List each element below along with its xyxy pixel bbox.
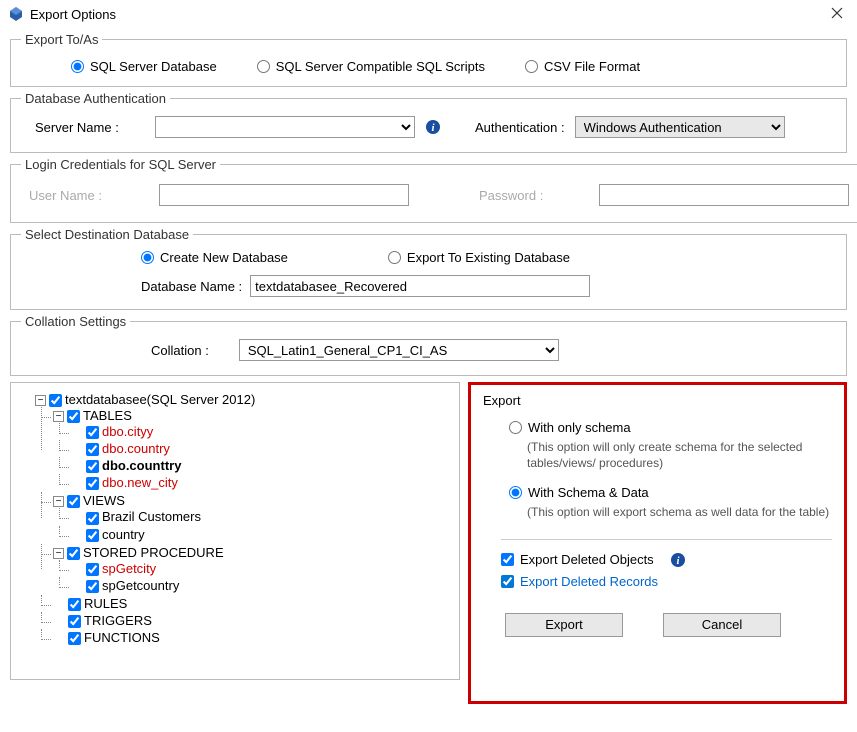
tree-toggle-icon[interactable]: − bbox=[53, 411, 64, 422]
close-icon[interactable] bbox=[825, 6, 849, 22]
dbname-input[interactable] bbox=[250, 275, 590, 297]
object-tree[interactable]: −textdatabasee(SQL Server 2012) −TABLES … bbox=[10, 382, 460, 680]
radio-scripts-label: SQL Server Compatible SQL Scripts bbox=[276, 59, 485, 74]
tree-toggle-icon[interactable]: − bbox=[53, 496, 64, 507]
tree-check-rules[interactable] bbox=[68, 598, 81, 611]
username-input bbox=[159, 184, 409, 206]
check-deleted-objects[interactable] bbox=[501, 553, 514, 566]
tree-check[interactable] bbox=[86, 443, 99, 456]
tree-item-spgetcity[interactable]: spGetcity bbox=[102, 561, 156, 576]
deleted-records-label: Export Deleted Records bbox=[520, 574, 658, 589]
server-name-label: Server Name : bbox=[35, 120, 145, 135]
schema-data-desc: (This option will export schema as well … bbox=[527, 504, 832, 520]
radio-schema-only-label: With only schema bbox=[528, 420, 631, 435]
tree-functions-label[interactable]: FUNCTIONS bbox=[84, 630, 160, 645]
tree-check[interactable] bbox=[86, 512, 99, 525]
export-section-title: Export bbox=[483, 393, 832, 408]
tree-check[interactable] bbox=[86, 529, 99, 542]
auth-fieldset: Database Authentication Server Name : i … bbox=[10, 91, 847, 153]
radio-existing-db-label: Export To Existing Database bbox=[407, 250, 570, 265]
server-name-select[interactable] bbox=[155, 116, 415, 138]
dest-fieldset: Select Destination Database Create New D… bbox=[10, 227, 847, 310]
export-button[interactable]: Export bbox=[505, 613, 623, 637]
radio-csv-label: CSV File Format bbox=[544, 59, 640, 74]
tree-item-dbo-newcity[interactable]: dbo.new_city bbox=[102, 475, 178, 490]
radio-create-db-input[interactable] bbox=[141, 251, 154, 264]
tree-root-label: textdatabasee(SQL Server 2012) bbox=[65, 392, 255, 407]
titlebar: Export Options bbox=[0, 0, 857, 28]
radio-schema-data[interactable]: With Schema & Data bbox=[509, 485, 832, 500]
login-legend: Login Credentials for SQL Server bbox=[21, 157, 220, 172]
tree-views-label: VIEWS bbox=[83, 493, 125, 508]
radio-scripts-input[interactable] bbox=[257, 60, 270, 73]
check-deleted-records[interactable] bbox=[501, 575, 514, 588]
window-title: Export Options bbox=[30, 7, 825, 22]
tree-check-views[interactable] bbox=[67, 495, 80, 508]
login-fieldset: Login Credentials for SQL Server User Na… bbox=[10, 157, 857, 223]
radio-csv[interactable]: CSV File Format bbox=[525, 59, 640, 74]
tree-check-functions[interactable] bbox=[68, 632, 81, 645]
collation-legend: Collation Settings bbox=[21, 314, 130, 329]
radio-scripts[interactable]: SQL Server Compatible SQL Scripts bbox=[257, 59, 485, 74]
username-label: User Name : bbox=[29, 188, 129, 203]
collation-fieldset: Collation Settings Collation : SQL_Latin… bbox=[10, 314, 847, 376]
tree-check-tables[interactable] bbox=[67, 410, 80, 423]
export-to-legend: Export To/As bbox=[21, 32, 102, 47]
tree-triggers-label[interactable]: TRIGGERS bbox=[84, 613, 152, 628]
radio-existing-db[interactable]: Export To Existing Database bbox=[388, 250, 570, 265]
tree-item-dbo-cityy[interactable]: dbo.cityy bbox=[102, 424, 153, 439]
tree-check[interactable] bbox=[86, 426, 99, 439]
tree-sp-label: STORED PROCEDURE bbox=[83, 545, 224, 560]
deleted-objects-label: Export Deleted Objects bbox=[520, 552, 654, 567]
tree-item-spgetcountry[interactable]: spGetcountry bbox=[102, 578, 179, 593]
tree-check-root[interactable] bbox=[49, 394, 62, 407]
tree-check-sp[interactable] bbox=[67, 547, 80, 560]
collation-select[interactable]: SQL_Latin1_General_CP1_CI_AS bbox=[239, 339, 559, 361]
tree-check-triggers[interactable] bbox=[68, 615, 81, 628]
tree-check[interactable] bbox=[86, 477, 99, 490]
cancel-button[interactable]: Cancel bbox=[663, 613, 781, 637]
radio-existing-db-input[interactable] bbox=[388, 251, 401, 264]
tree-item-brazil[interactable]: Brazil Customers bbox=[102, 509, 201, 524]
radio-schema-data-input[interactable] bbox=[509, 486, 522, 499]
app-icon bbox=[8, 6, 24, 22]
dest-legend: Select Destination Database bbox=[21, 227, 193, 242]
info-icon[interactable]: i bbox=[425, 119, 441, 135]
tree-item-dbo-counttry[interactable]: dbo.counttry bbox=[102, 458, 181, 473]
radio-schema-data-label: With Schema & Data bbox=[528, 485, 649, 500]
tree-item-country-view[interactable]: country bbox=[102, 527, 145, 542]
tree-check[interactable] bbox=[86, 563, 99, 576]
export-panel: Export With only schema (This option wil… bbox=[468, 382, 847, 704]
tree-check[interactable] bbox=[86, 460, 99, 473]
schema-only-desc: (This option will only create schema for… bbox=[527, 439, 832, 471]
tree-toggle-icon[interactable]: − bbox=[35, 395, 46, 406]
radio-csv-input[interactable] bbox=[525, 60, 538, 73]
collation-label: Collation : bbox=[151, 343, 209, 358]
radio-create-db-label: Create New Database bbox=[160, 250, 288, 265]
radio-sql-server[interactable]: SQL Server Database bbox=[71, 59, 217, 74]
radio-schema-only-input[interactable] bbox=[509, 421, 522, 434]
radio-schema-only[interactable]: With only schema bbox=[509, 420, 832, 435]
tree-toggle-icon[interactable]: − bbox=[53, 548, 64, 559]
tree-item-dbo-country[interactable]: dbo.country bbox=[102, 441, 170, 456]
dbname-label: Database Name : bbox=[141, 279, 242, 294]
tree-rules-label[interactable]: RULES bbox=[84, 596, 127, 611]
authentication-select[interactable]: Windows Authentication bbox=[575, 116, 785, 138]
radio-sql-server-label: SQL Server Database bbox=[90, 59, 217, 74]
radio-create-db[interactable]: Create New Database bbox=[141, 250, 288, 265]
authentication-label: Authentication : bbox=[475, 120, 565, 135]
password-input bbox=[599, 184, 849, 206]
auth-legend: Database Authentication bbox=[21, 91, 170, 106]
radio-sql-server-input[interactable] bbox=[71, 60, 84, 73]
tree-check[interactable] bbox=[86, 580, 99, 593]
export-to-fieldset: Export To/As SQL Server Database SQL Ser… bbox=[10, 32, 847, 87]
password-label: Password : bbox=[479, 188, 569, 203]
info-icon[interactable]: i bbox=[670, 552, 686, 568]
tree-tables-label: TABLES bbox=[83, 408, 132, 423]
